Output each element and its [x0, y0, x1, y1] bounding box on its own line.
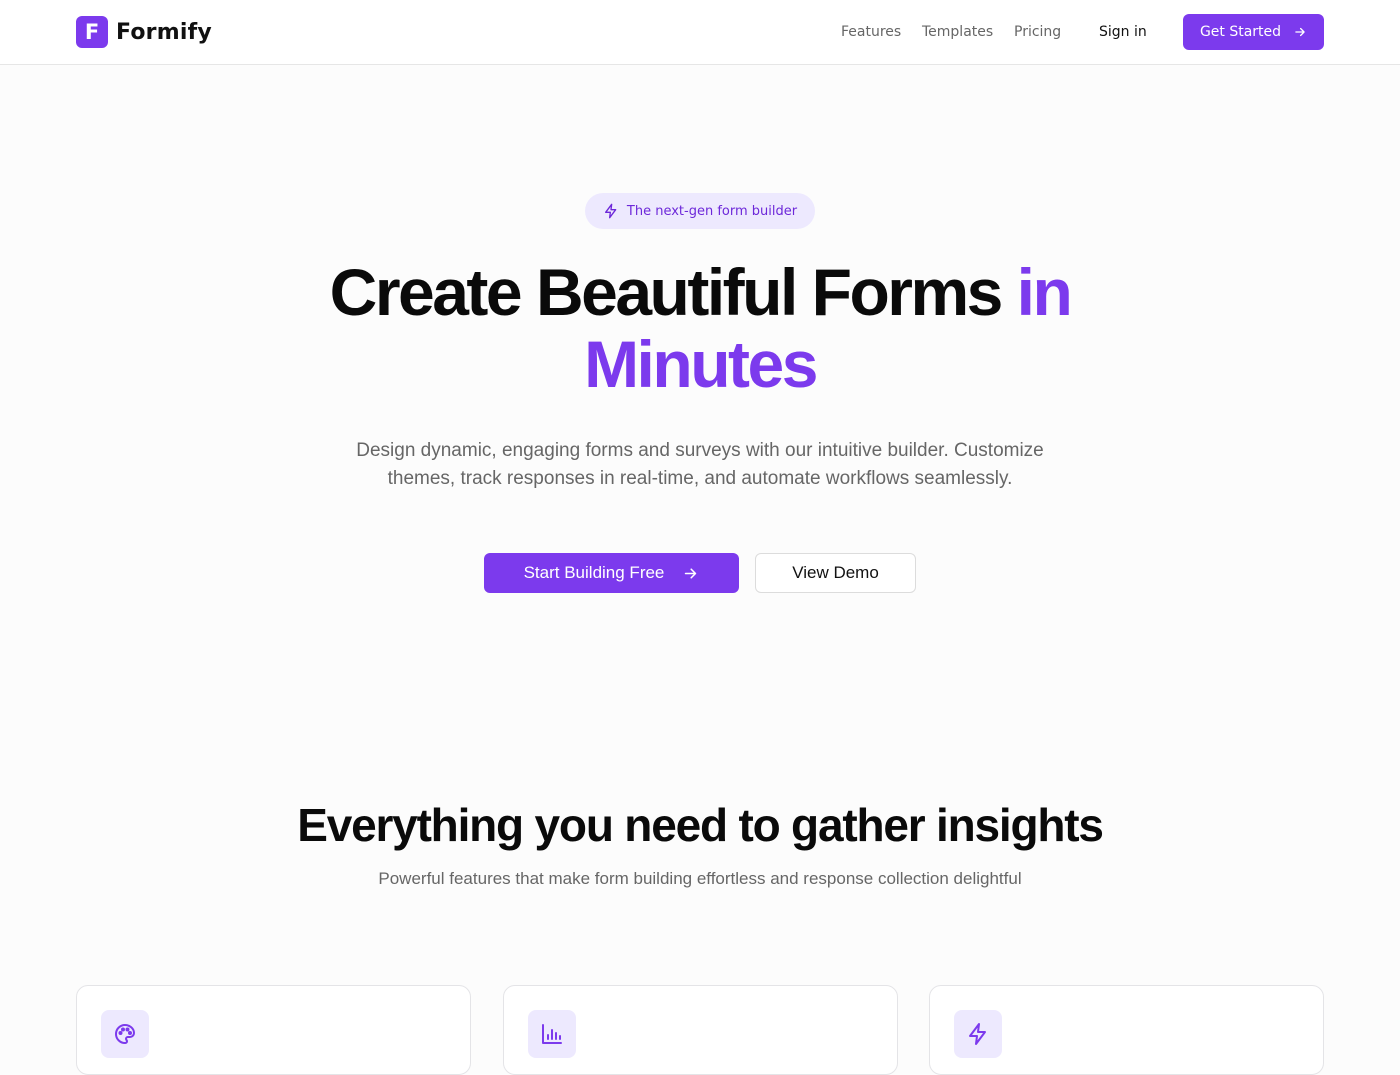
- get-started-label: Get Started: [1199, 24, 1282, 40]
- lightning-icon: [969, 1023, 986, 1045]
- sign-in-link[interactable]: Sign in: [1099, 24, 1147, 40]
- hero-badge-label: The next-gen form builder: [626, 203, 798, 219]
- arrow-right-icon: [685, 567, 697, 579]
- get-started-button[interactable]: Get Started: [1183, 14, 1324, 50]
- feature-card-automation: [929, 985, 1324, 1075]
- view-demo-button[interactable]: View Demo: [755, 553, 916, 593]
- feature-card-icon-box: [101, 1010, 149, 1058]
- hero-subtitle: Design dynamic, engaging forms and surve…: [356, 440, 1044, 489]
- view-demo-label: View Demo: [792, 563, 879, 582]
- feature-card-icon-box: [954, 1010, 1002, 1058]
- lightning-icon: [604, 203, 617, 219]
- nav-link-pricing[interactable]: Pricing: [1014, 24, 1061, 40]
- start-building-button[interactable]: Start Building Free: [484, 553, 739, 593]
- logo-mark: F: [76, 16, 108, 48]
- brand-name: Formify: [116, 19, 212, 45]
- palette-icon: [115, 1024, 135, 1044]
- feature-card-themes: [76, 985, 471, 1075]
- hero-badge: The next-gen form builder: [585, 193, 815, 229]
- feature-card-icon-box: [528, 1010, 576, 1058]
- hero-title-main: Create Beautiful Forms: [329, 255, 1017, 329]
- features-title: Everything you need to gather insights: [297, 799, 1104, 851]
- bar-chart-icon: [542, 1024, 562, 1044]
- brand-logo[interactable]: F Formify: [76, 16, 212, 48]
- nav-link-features[interactable]: Features: [841, 24, 901, 40]
- feature-card-analytics: [503, 985, 898, 1075]
- start-building-label: Start Building Free: [523, 563, 665, 582]
- features-subtitle: Powerful features that make form buildin…: [378, 869, 1022, 888]
- arrow-right-icon: [1295, 27, 1305, 37]
- nav-link-templates[interactable]: Templates: [922, 24, 993, 40]
- site-header: F Formify Features Templates Pricing Sig…: [0, 0, 1400, 65]
- hero-title: Create Beautiful Forms in Minutes: [250, 256, 1150, 400]
